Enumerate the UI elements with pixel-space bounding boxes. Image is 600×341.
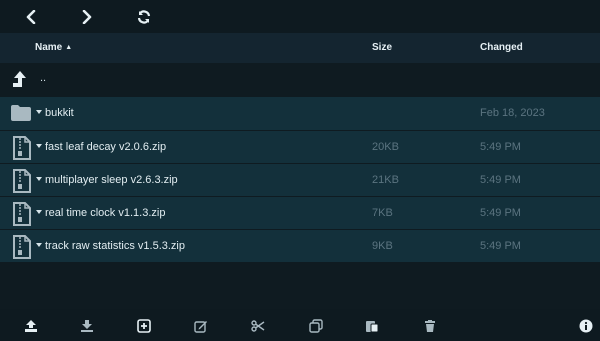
- file-size: 21KB: [372, 174, 399, 186]
- paste-icon: [366, 321, 379, 333]
- file-changed: 5:49 PM: [480, 207, 521, 219]
- parent-directory-row[interactable]: ..: [0, 63, 600, 96]
- zip-file-icon: [13, 235, 31, 259]
- upload-button[interactable]: [23, 318, 39, 334]
- file-name[interactable]: multiplayer sleep v2.6.3.zip: [45, 174, 178, 186]
- file-name[interactable]: fast leaf decay v2.0.6.zip: [45, 141, 166, 153]
- refresh-button[interactable]: [133, 6, 155, 28]
- info-icon: [579, 319, 593, 333]
- back-button[interactable]: [20, 6, 42, 28]
- file-changed: Feb 18, 2023: [480, 107, 545, 119]
- new-icon: [137, 319, 151, 333]
- column-size-header[interactable]: Size: [372, 42, 392, 53]
- folder-icon: [11, 105, 31, 121]
- upload-icon: [25, 320, 37, 332]
- row-menu-caret-icon[interactable]: [36, 243, 42, 247]
- row-menu-caret-icon[interactable]: [36, 177, 42, 181]
- table-row[interactable]: bukkit Feb 18, 2023: [0, 97, 600, 130]
- sort-ascending-icon: ▲: [65, 44, 73, 51]
- column-name-label: Name: [35, 42, 63, 53]
- download-button[interactable]: [79, 318, 95, 334]
- rename-button[interactable]: [193, 318, 209, 334]
- row-menu-caret-icon[interactable]: [36, 210, 42, 214]
- zip-file-icon: [13, 169, 31, 193]
- table-row[interactable]: multiplayer sleep v2.6.3.zip 21KB 5:49 P…: [0, 163, 600, 196]
- delete-button[interactable]: [422, 318, 438, 334]
- toolbar: [0, 0, 600, 33]
- column-changed-header[interactable]: Changed: [480, 42, 523, 53]
- bottom-toolbar: [0, 309, 600, 341]
- file-size: 20KB: [372, 141, 399, 153]
- rename-icon: [194, 321, 207, 333]
- delete-icon: [425, 320, 435, 332]
- file-changed: 5:49 PM: [480, 174, 521, 186]
- forward-button[interactable]: [76, 6, 98, 28]
- cut-button[interactable]: [250, 318, 266, 334]
- file-changed: 5:49 PM: [480, 240, 521, 252]
- file-name[interactable]: bukkit: [45, 107, 74, 119]
- file-name[interactable]: track raw statistics v1.5.3.zip: [45, 240, 185, 252]
- file-name[interactable]: real time clock v1.1.3.zip: [45, 207, 165, 219]
- copy-button[interactable]: [308, 318, 324, 334]
- level-up-icon: [13, 71, 26, 87]
- file-changed: 5:49 PM: [480, 141, 521, 153]
- chevron-right-icon: [82, 10, 92, 24]
- table-header: Name ▲ Size Changed: [0, 33, 600, 63]
- row-menu-caret-icon[interactable]: [36, 110, 42, 114]
- table-row[interactable]: fast leaf decay v2.0.6.zip 20KB 5:49 PM: [0, 130, 600, 163]
- paste-button[interactable]: [364, 318, 380, 334]
- cut-icon: [251, 320, 265, 332]
- copy-icon: [309, 319, 323, 333]
- column-name-header[interactable]: Name ▲: [35, 42, 72, 53]
- file-size: 7KB: [372, 207, 393, 219]
- table-row[interactable]: real time clock v1.1.3.zip 7KB 5:49 PM: [0, 196, 600, 229]
- zip-file-icon: [13, 136, 31, 160]
- file-size: 9KB: [372, 240, 393, 252]
- parent-directory-label: ..: [40, 72, 47, 84]
- download-icon: [81, 320, 93, 332]
- refresh-icon: [137, 10, 151, 24]
- table-row[interactable]: track raw statistics v1.5.3.zip 9KB 5:49…: [0, 229, 600, 262]
- zip-file-icon: [13, 202, 31, 226]
- info-button[interactable]: [578, 318, 594, 334]
- chevron-left-icon: [26, 10, 36, 24]
- row-menu-caret-icon[interactable]: [36, 144, 42, 148]
- new-item-button[interactable]: [136, 318, 152, 334]
